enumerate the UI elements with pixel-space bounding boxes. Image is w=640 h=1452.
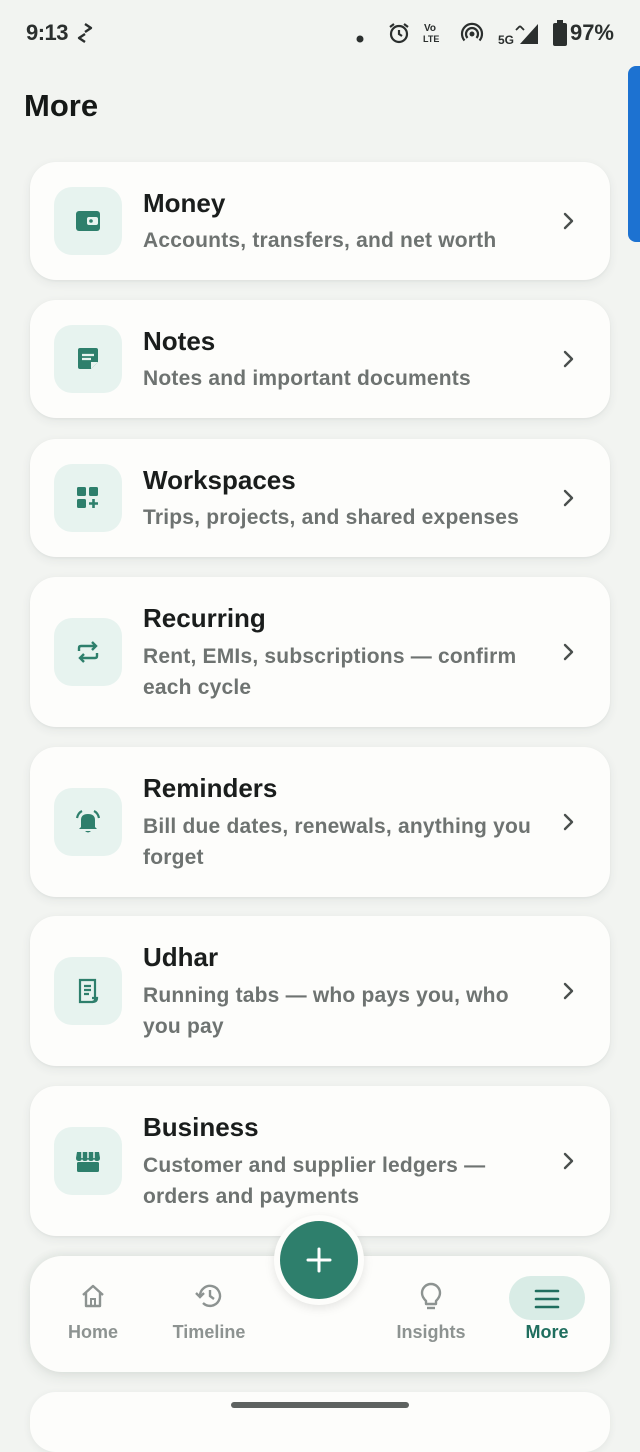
volte-icon: Vo LTE — [422, 21, 446, 50]
menu-item-workspaces[interactable]: Workspaces Trips, projects, and shared e… — [30, 439, 610, 557]
nav-timeline[interactable]: Timeline — [154, 1256, 264, 1372]
hotspot-icon — [460, 21, 484, 50]
nav-home-label: Home — [67, 1322, 118, 1342]
menu-item-title: Business — [143, 1112, 259, 1142]
menu-item-reminders[interactable]: Reminders Bill due dates, renewals, anyt… — [30, 747, 610, 897]
status-bar: 9:13 Vo LTE 5G 97% — [0, 0, 640, 66]
menu-item-subtitle: Bill due dates, renewals, anything you f… — [143, 815, 532, 869]
chevron-right-icon — [563, 1152, 574, 1170]
nav-timeline-label: Timeline — [172, 1322, 246, 1342]
chevron-right-icon — [563, 813, 574, 831]
dot-icon — [356, 30, 364, 48]
nav-insights-label: Insights — [396, 1322, 466, 1342]
svg-text:Vo: Vo — [424, 23, 436, 34]
menu-item-subtitle: Customer and supplier ledgers — orders a… — [143, 1154, 486, 1208]
battery-icon — [553, 20, 567, 51]
menu-item-udhar[interactable]: Udhar Running tabs — who pays you, who y… — [30, 916, 610, 1066]
page-title: More — [24, 88, 99, 123]
wallet-icon — [54, 187, 122, 255]
menu-item-subtitle: Running tabs — who pays you, who you pay — [143, 984, 509, 1038]
svg-text:5G: 5G — [498, 33, 514, 46]
add-button[interactable] — [274, 1215, 364, 1305]
chevron-right-icon — [563, 212, 574, 230]
nav-more-label: More — [525, 1322, 569, 1342]
note-icon — [54, 325, 122, 393]
history-icon — [195, 1284, 222, 1308]
alarm-icon — [387, 21, 411, 50]
next-card-peek — [30, 1392, 610, 1452]
menu-item-recurring[interactable]: Recurring Rent, EMIs, subscriptions — co… — [30, 577, 610, 727]
menu-item-money[interactable]: Money Accounts, transfers, and net worth — [30, 162, 610, 280]
menu-item-subtitle: Rent, EMIs, subscriptions — confirm each… — [143, 645, 517, 699]
menu-item-business[interactable]: Business Customer and supplier ledgers —… — [30, 1086, 610, 1236]
fab-circle — [280, 1221, 358, 1299]
plus-icon — [306, 1247, 332, 1273]
home-icon — [82, 1284, 104, 1308]
sync-icon — [76, 22, 94, 49]
menu-item-subtitle: Trips, projects, and shared expenses — [143, 506, 520, 529]
menu-item-title: Reminders — [143, 773, 278, 803]
repeat-icon — [54, 618, 122, 686]
workspace-grid-icon — [54, 464, 122, 532]
menu-item-subtitle: Accounts, transfers, and net worth — [143, 229, 497, 252]
nav-more[interactable]: More — [492, 1256, 602, 1372]
menu-item-title: Workspaces — [143, 465, 296, 495]
nav-insights[interactable]: Insights — [376, 1256, 486, 1372]
menu-icon — [534, 1289, 560, 1309]
chevron-right-icon — [563, 982, 574, 1000]
chevron-right-icon — [563, 643, 574, 661]
nav-home[interactable]: Home — [38, 1256, 148, 1372]
menu-item-title: Notes — [143, 326, 216, 356]
menu-item-notes[interactable]: Notes Notes and important documents — [30, 300, 610, 418]
battery-percent: 97% — [569, 20, 614, 45]
menu-item-subtitle: Notes and important documents — [143, 367, 471, 390]
scrollbar-thumb[interactable] — [628, 66, 640, 242]
chevron-right-icon — [563, 489, 574, 507]
home-indicator[interactable] — [231, 1402, 409, 1408]
menu-item-title: Udhar — [143, 942, 219, 972]
bell-icon — [54, 788, 122, 856]
menu-item-title: Money — [143, 188, 226, 218]
lightbulb-icon — [420, 1282, 442, 1310]
store-icon — [54, 1127, 122, 1195]
signal-icon: 5G — [498, 22, 540, 51]
menu-item-title: Recurring — [143, 603, 266, 633]
status-time: 9:13 — [26, 20, 69, 45]
svg-text:LTE: LTE — [423, 34, 439, 44]
chevron-right-icon — [563, 350, 574, 368]
receipt-icon — [54, 957, 122, 1025]
